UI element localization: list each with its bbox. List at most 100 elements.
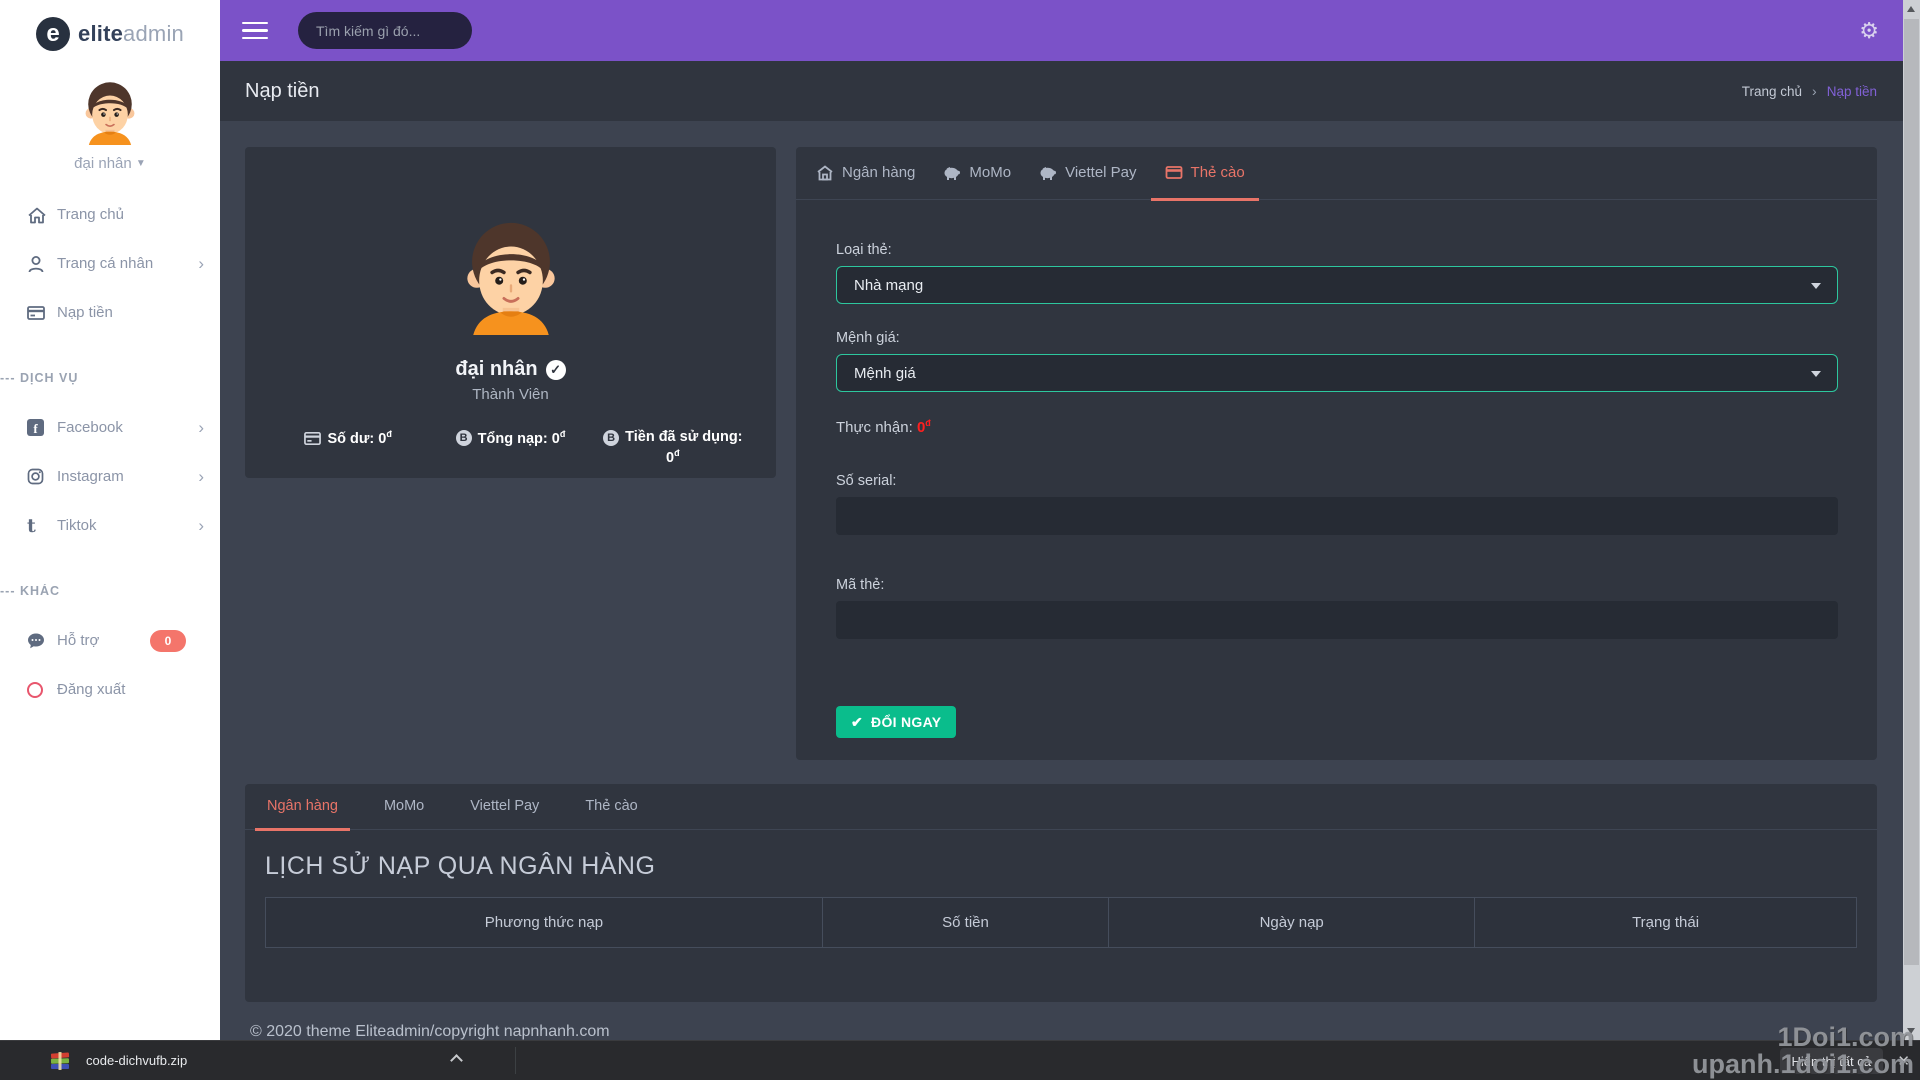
column-amount: Số tiền	[822, 898, 1108, 948]
card-deposit-form: Loại thẻ: Nhà mạng Mệnh giá: Mệnh giá Th…	[796, 200, 1877, 738]
tab-momo[interactable]: MoMo	[929, 147, 1025, 201]
support-count-badge: 0	[150, 630, 186, 652]
column-status: Trạng thái	[1475, 898, 1857, 948]
coin-icon: B	[603, 430, 619, 446]
sidebar-section-services: --- DỊCH VỤ	[0, 371, 220, 385]
card-type-label: Loại thẻ:	[836, 242, 1838, 258]
coin-icon: B	[456, 430, 472, 446]
hamburger-menu-icon[interactable]	[242, 17, 268, 45]
sidebar-item-instagram[interactable]: Instagram ›	[0, 452, 220, 501]
table-header-row: Phương thức nạp Số tiền Ngày nạp Trạng t…	[266, 898, 1857, 948]
stat-total-deposit: B Tổng nạp: 0đ	[429, 429, 591, 466]
history-tab-the-cao[interactable]: Thẻ cào	[573, 784, 649, 831]
download-shelf: code-dichvufb.zip Hiển thị tất cả ✕	[0, 1040, 1920, 1080]
serial-label: Số serial:	[836, 473, 1838, 489]
history-tab-momo[interactable]: MoMo	[372, 784, 436, 831]
scroll-down-arrow[interactable]	[1907, 1028, 1915, 1034]
brand-name: eliteadmin	[78, 21, 184, 47]
shelf-divider	[515, 1047, 516, 1074]
facebook-icon: f	[27, 419, 57, 436]
card-code-label: Mã thẻ:	[836, 577, 1838, 593]
deposit-card: Ngân hàng MoMo Viettel Pay Thẻ cào Loại …	[796, 147, 1877, 760]
card-code-input[interactable]	[836, 601, 1838, 639]
sidebar: e eliteadmin đại nhân ▼ Trang chủ Trang …	[0, 0, 220, 1040]
piggy-bank-icon	[1039, 164, 1057, 181]
column-method: Phương thức nạp	[266, 898, 823, 948]
breadcrumb-home-link[interactable]: Trang chủ	[1742, 84, 1802, 99]
verified-badge-icon: ✓	[546, 360, 566, 380]
sidebar-avatar	[77, 79, 143, 145]
denomination-label: Mệnh giá:	[836, 330, 1838, 346]
bank-icon	[816, 165, 834, 181]
chevron-right-icon: ›	[198, 467, 204, 487]
sidebar-item-home[interactable]: Trang chủ	[0, 190, 220, 239]
eliteadmin-app: e eliteadmin đại nhân ▼ Trang chủ Trang …	[0, 0, 1920, 1080]
history-tabs: Ngân hàng MoMo Viettel Pay Thẻ cào	[245, 784, 1877, 830]
sidebar-item-logout[interactable]: Đăng xuất	[0, 665, 220, 714]
denomination-select[interactable]: Mệnh giá	[836, 354, 1838, 392]
deposit-tabs: Ngân hàng MoMo Viettel Pay Thẻ cào	[796, 147, 1877, 200]
column-date: Ngày nạp	[1109, 898, 1475, 948]
scrollbar[interactable]	[1903, 0, 1920, 1040]
credit-card-icon	[27, 304, 57, 322]
show-all-downloads-button[interactable]: Hiển thị tất cả	[1780, 1048, 1884, 1074]
page-title-bar: Nạp tiền Trang chủ › Nạp tiền	[220, 61, 1903, 121]
history-tab-viettel-pay[interactable]: Viettel Pay	[458, 784, 551, 831]
power-icon	[27, 682, 57, 698]
submit-exchange-button[interactable]: ✔ ĐỔI NGAY	[836, 706, 956, 738]
scrollbar-thumb[interactable]	[1904, 19, 1919, 965]
stat-balance: Số dư: 0đ	[267, 429, 429, 466]
chevron-down-icon: ▼	[136, 158, 146, 169]
brand-logo-icon: e	[36, 17, 70, 51]
tab-viettel-pay[interactable]: Viettel Pay	[1025, 147, 1150, 201]
check-icon: ✔	[851, 714, 863, 731]
page-title: Nạp tiền	[245, 80, 320, 103]
sidebar-item-tiktok[interactable]: t Tiktok ›	[0, 501, 220, 550]
breadcrumb: Trang chủ › Nạp tiền	[1742, 83, 1877, 99]
sidebar-item-deposit[interactable]: Nạp tiền	[0, 288, 220, 337]
tab-bank[interactable]: Ngân hàng	[802, 147, 929, 201]
sidebar-item-profile[interactable]: Trang cá nhân ›	[0, 239, 220, 288]
profile-role: Thành Viên	[245, 386, 776, 403]
sidebar-item-facebook[interactable]: f Facebook ›	[0, 403, 220, 452]
receive-amount: Thực nhận: 0đ	[836, 418, 1838, 436]
chevron-right-icon: ›	[198, 254, 204, 274]
profile-name: đại nhân	[455, 358, 537, 381]
serial-input[interactable]	[836, 497, 1838, 535]
wallet-icon	[304, 430, 321, 447]
chevron-right-icon: ›	[198, 516, 204, 536]
sidebar-user-name: đại nhân	[74, 155, 132, 172]
sidebar-section-other: --- KHÁC	[0, 584, 220, 598]
search-input[interactable]	[298, 12, 472, 49]
close-icon[interactable]: ✕	[1897, 1052, 1910, 1070]
winrar-file-icon	[50, 1051, 70, 1071]
card-type-select[interactable]: Nhà mạng	[836, 266, 1838, 304]
history-table: Phương thức nạp Số tiền Ngày nạp Trạng t…	[265, 897, 1857, 948]
history-tab-bank[interactable]: Ngân hàng	[255, 784, 350, 831]
profile-card: đại nhân ✓ Thành Viên Số dư: 0đ B Tổng n…	[245, 147, 776, 478]
main-content: đại nhân ✓ Thành Viên Số dư: 0đ B Tổng n…	[220, 121, 1903, 1040]
breadcrumb-current: Nạp tiền	[1827, 84, 1877, 99]
chevron-right-icon: ›	[1812, 83, 1817, 99]
gear-icon[interactable]: ⚙	[1859, 18, 1879, 44]
scroll-up-arrow[interactable]	[1907, 6, 1915, 12]
brand-logo[interactable]: e eliteadmin	[0, 0, 220, 51]
card-icon	[1165, 164, 1183, 181]
chevron-right-icon: ›	[198, 418, 204, 438]
tiktok-icon: t	[27, 515, 57, 537]
history-title: LỊCH SỬ NẠP QUA NGÂN HÀNG	[265, 852, 1857, 881]
history-card: Ngân hàng MoMo Viettel Pay Thẻ cào LỊCH …	[245, 784, 1877, 1002]
chevron-up-icon[interactable]	[452, 1053, 462, 1063]
downloaded-file-name[interactable]: code-dichvufb.zip	[86, 1053, 187, 1068]
footer-copyright: © 2020 theme Eliteadmin/copyright napnha…	[250, 1023, 610, 1041]
user-icon	[27, 255, 57, 273]
profile-avatar	[452, 217, 570, 335]
topbar: ⚙	[220, 0, 1903, 61]
sidebar-item-support[interactable]: Hỗ trợ 0	[0, 616, 220, 665]
profile-stats: Số dư: 0đ B Tổng nạp: 0đ B Tiền đã sử dụ…	[245, 429, 776, 466]
sidebar-menu: Trang chủ Trang cá nhân › Nạp tiền --- D…	[0, 190, 220, 714]
sidebar-user-menu[interactable]: đại nhân ▼	[0, 155, 220, 172]
chat-icon	[27, 632, 57, 650]
tab-the-cao[interactable]: Thẻ cào	[1151, 147, 1259, 201]
stat-used: B Tiền đã sử dụng: 0đ	[592, 429, 754, 466]
